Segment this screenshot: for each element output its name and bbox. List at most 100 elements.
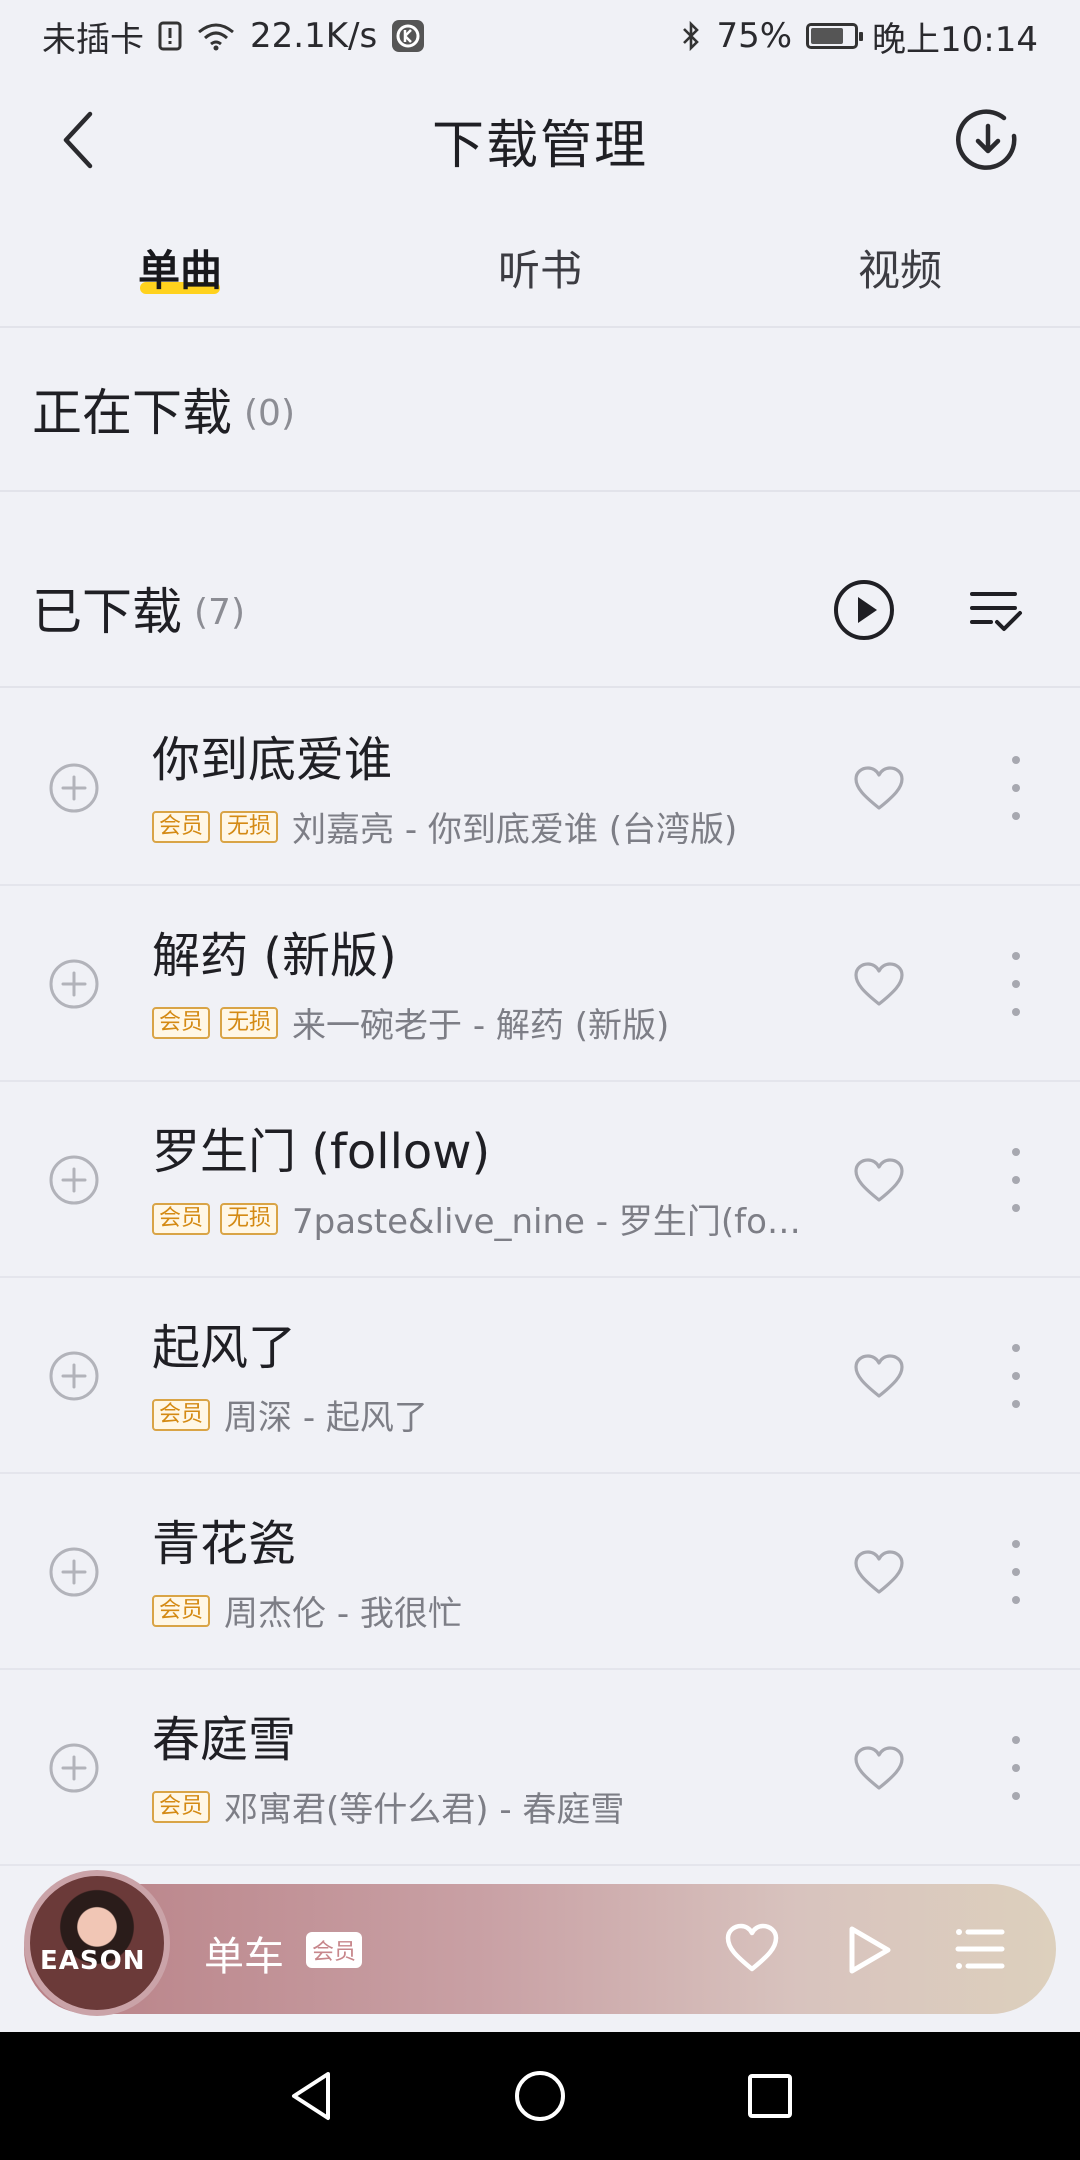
more-options-button[interactable] <box>1000 756 1032 820</box>
player-like-button[interactable] <box>724 1922 780 1974</box>
heart-icon <box>854 766 904 810</box>
more-dot-icon <box>1012 1568 1020 1576</box>
player-song-title: 单车 <box>204 1934 284 1980</box>
song-subtitle: 周深 - 起风了 <box>224 1398 428 1438</box>
heart-icon <box>725 1923 779 1972</box>
more-options-button[interactable] <box>1000 1540 1032 1604</box>
player-play-button[interactable] <box>844 1924 894 1976</box>
wifi-icon <box>196 21 236 51</box>
more-dot-icon <box>1012 1540 1020 1548</box>
lossless-badge: 无损 <box>220 1006 279 1039</box>
more-dot-icon <box>1012 980 1020 988</box>
song-title: 你到底爱谁 <box>152 732 393 788</box>
song-subtitle: 来一碗老于 - 解药 (新版) <box>292 1006 670 1046</box>
song-meta: 会员 邓寓君(等什么君) - 春庭雪 <box>152 1782 802 1831</box>
vip-badge: 会员 <box>152 1398 211 1431</box>
add-to-playlist-button[interactable] <box>48 1154 100 1206</box>
triangle-back-icon <box>292 2072 330 2120</box>
play-all-button[interactable] <box>828 574 900 646</box>
more-dot-icon <box>1012 1400 1020 1408</box>
song-row[interactable]: 你到底爱谁 会员 无损 刘嘉亮 - 你到底爱谁 (台湾版) <box>0 690 1080 886</box>
heart-icon <box>854 1746 904 1790</box>
like-button[interactable] <box>852 1352 906 1400</box>
downloaded-title: 已下载 <box>32 583 182 641</box>
more-dot-icon <box>1012 1596 1020 1604</box>
more-dot-icon <box>1012 1792 1020 1800</box>
more-dot-icon <box>1012 1372 1020 1380</box>
play-icon <box>849 1926 891 1974</box>
more-options-button[interactable] <box>1000 952 1032 1016</box>
vip-badge: 会员 <box>152 1790 211 1823</box>
like-button[interactable] <box>852 1548 906 1596</box>
song-row[interactable]: 起风了 会员 周深 - 起风了 <box>0 1278 1080 1474</box>
download-button[interactable] <box>952 104 1024 176</box>
heart-icon <box>854 1550 904 1594</box>
mini-player[interactable]: EASON 单车 会员 <box>24 1870 1056 2016</box>
tab-audiobook[interactable]: 听书 <box>360 208 720 326</box>
vip-badge: 会员 <box>152 1202 211 1235</box>
system-nav-bar <box>0 2032 1080 2160</box>
song-row[interactable]: 青花瓷 会员 周杰伦 - 我很忙 <box>0 1474 1080 1670</box>
add-square-icon <box>49 1155 99 1205</box>
add-square-icon <box>49 763 99 813</box>
add-square-icon <box>49 1547 99 1597</box>
song-subtitle: 邓寓君(等什么君) - 春庭雪 <box>224 1790 625 1830</box>
album-cover-text: EASON <box>40 1946 146 1976</box>
song-meta: 会员 无损 7paste&live_nine - 罗生门(follo... <box>152 1194 802 1243</box>
app-notification-icon <box>391 19 425 53</box>
add-to-playlist-button[interactable] <box>48 1350 100 1402</box>
song-title: 青花瓷 <box>152 1516 297 1572</box>
more-dot-icon <box>1012 1204 1020 1212</box>
batch-manage-button[interactable] <box>960 574 1032 646</box>
add-square-icon <box>49 1351 99 1401</box>
back-button[interactable] <box>48 108 108 172</box>
nav-recents-button[interactable] <box>740 2066 800 2126</box>
song-row[interactable]: 解药 (新版) 会员 无损 来一碗老于 - 解药 (新版) <box>0 886 1080 1082</box>
bluetooth-icon <box>680 20 702 52</box>
downloading-title: 正在下载 <box>32 384 232 442</box>
more-dot-icon <box>1012 1736 1020 1744</box>
add-to-playlist-button[interactable] <box>48 762 100 814</box>
like-button[interactable] <box>852 1744 906 1792</box>
nav-back-button[interactable] <box>282 2066 342 2126</box>
song-row[interactable]: 罗生门 (follow) 会员 无损 7paste&live_nine - 罗生门(… <box>0 1082 1080 1278</box>
like-button[interactable] <box>852 960 906 1008</box>
tab-video[interactable]: 视频 <box>720 208 1080 326</box>
downloading-section[interactable]: 正在下载 (0) <box>0 328 1080 492</box>
like-button[interactable] <box>852 1156 906 1204</box>
more-dot-icon <box>1012 1008 1020 1016</box>
nav-home-button[interactable] <box>510 2066 570 2126</box>
more-dot-icon <box>1012 1344 1020 1352</box>
player-playlist-button[interactable] <box>954 1926 1006 1972</box>
more-options-button[interactable] <box>1000 1344 1032 1408</box>
song-title: 罗生门 (follow) <box>152 1124 491 1180</box>
tab-label: 视频 <box>857 245 942 295</box>
song-subtitle: 周杰伦 - 我很忙 <box>224 1594 462 1634</box>
battery-percent: 75% <box>716 16 793 56</box>
battery-icon <box>806 23 864 49</box>
network-speed: 22.1K/s <box>250 16 378 56</box>
song-title: 春庭雪 <box>152 1712 297 1768</box>
add-square-icon <box>49 1743 99 1793</box>
more-dot-icon <box>1012 1764 1020 1772</box>
song-list: 你到底爱谁 会员 无损 刘嘉亮 - 你到底爱谁 (台湾版) 解药 (新版) 会员 无损… <box>0 690 1080 1866</box>
like-button[interactable] <box>852 764 906 812</box>
tab-single[interactable]: 单曲 <box>0 208 360 326</box>
more-options-button[interactable] <box>1000 1736 1032 1800</box>
add-to-playlist-button[interactable] <box>48 1546 100 1598</box>
add-square-icon <box>49 959 99 1009</box>
header: 下载管理 <box>0 72 1080 208</box>
add-to-playlist-button[interactable] <box>48 958 100 1010</box>
play-circle-icon <box>834 580 894 640</box>
add-to-playlist-button[interactable] <box>48 1742 100 1794</box>
song-row[interactable]: 春庭雪 会员 邓寓君(等什么君) - 春庭雪 <box>0 1670 1080 1866</box>
vip-badge: 会员 <box>152 810 211 843</box>
lossless-badge: 无损 <box>220 810 279 843</box>
heart-icon <box>854 1354 904 1398</box>
song-meta: 会员 周深 - 起风了 <box>152 1390 802 1439</box>
page-title: 下载管理 <box>431 115 648 176</box>
more-options-button[interactable] <box>1000 1148 1032 1212</box>
album-cover[interactable]: EASON <box>24 1870 170 2016</box>
square-recents-icon <box>748 2074 792 2118</box>
song-title: 起风了 <box>152 1320 297 1376</box>
